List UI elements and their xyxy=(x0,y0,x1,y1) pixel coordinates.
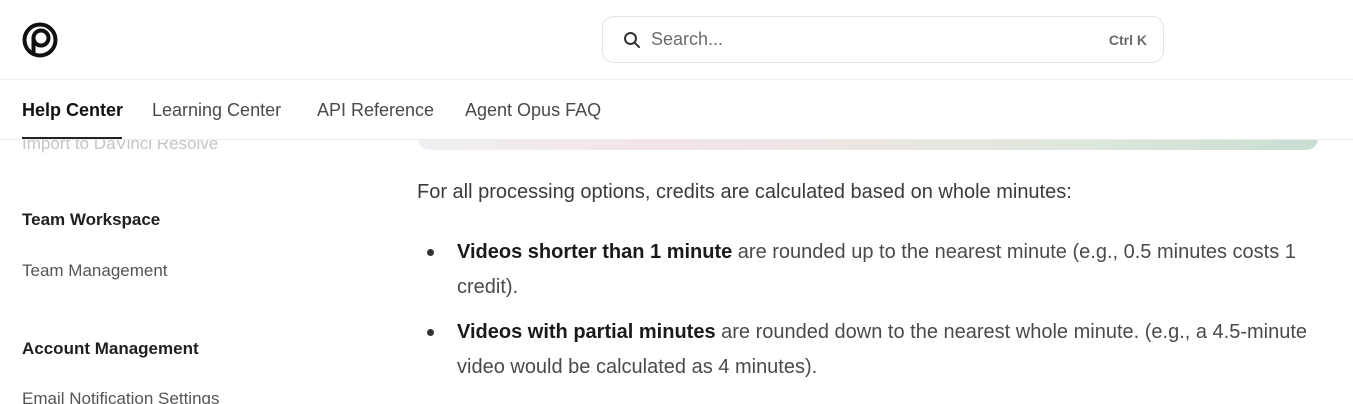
sidebar-heading-team-workspace: Team Workspace xyxy=(22,210,161,229)
bullet-icon xyxy=(427,249,434,256)
sidebar-item-team-management[interactable]: Team Management xyxy=(22,261,168,281)
sidebar: Import to DaVinci Resolve Team Workspace… xyxy=(0,130,400,404)
tab-learning-center[interactable]: Learning Center xyxy=(152,100,281,121)
article-content: For all processing options, credits are … xyxy=(417,178,1327,378)
brand-logo-icon[interactable] xyxy=(22,22,58,58)
bullet-icon xyxy=(427,329,434,336)
tab-agent-opus-faq[interactable]: Agent Opus FAQ xyxy=(465,100,601,121)
search-shortcut-hint: Ctrl K xyxy=(1108,31,1147,48)
sidebar-heading-account-management: Account Management xyxy=(22,339,199,358)
tab-help-center[interactable]: Help Center xyxy=(22,100,123,121)
active-tab-indicator xyxy=(22,137,122,139)
list-item: Videos with partial minutes are rounded … xyxy=(417,315,1327,385)
top-bar: Search... Ctrl K xyxy=(0,0,1353,80)
search-icon xyxy=(623,31,641,49)
main-tabs: Help Center Learning Center API Referenc… xyxy=(0,80,1353,140)
list-item: Videos shorter than 1 minute are rounded… xyxy=(417,235,1327,305)
tab-api-reference[interactable]: API Reference xyxy=(317,100,434,121)
list-item-bold: Videos shorter than 1 minute xyxy=(457,241,733,263)
search-input[interactable]: Search... xyxy=(651,29,1109,50)
credit-rules-list: Videos shorter than 1 minute are rounded… xyxy=(417,235,1327,395)
intro-paragraph: For all processing options, credits are … xyxy=(417,181,1072,203)
list-item-bold: Videos with partial minutes xyxy=(457,321,716,343)
sidebar-item-email-notification-settings[interactable]: Email Notification Settings xyxy=(22,389,219,404)
search-bar[interactable]: Search... Ctrl K xyxy=(602,16,1164,63)
